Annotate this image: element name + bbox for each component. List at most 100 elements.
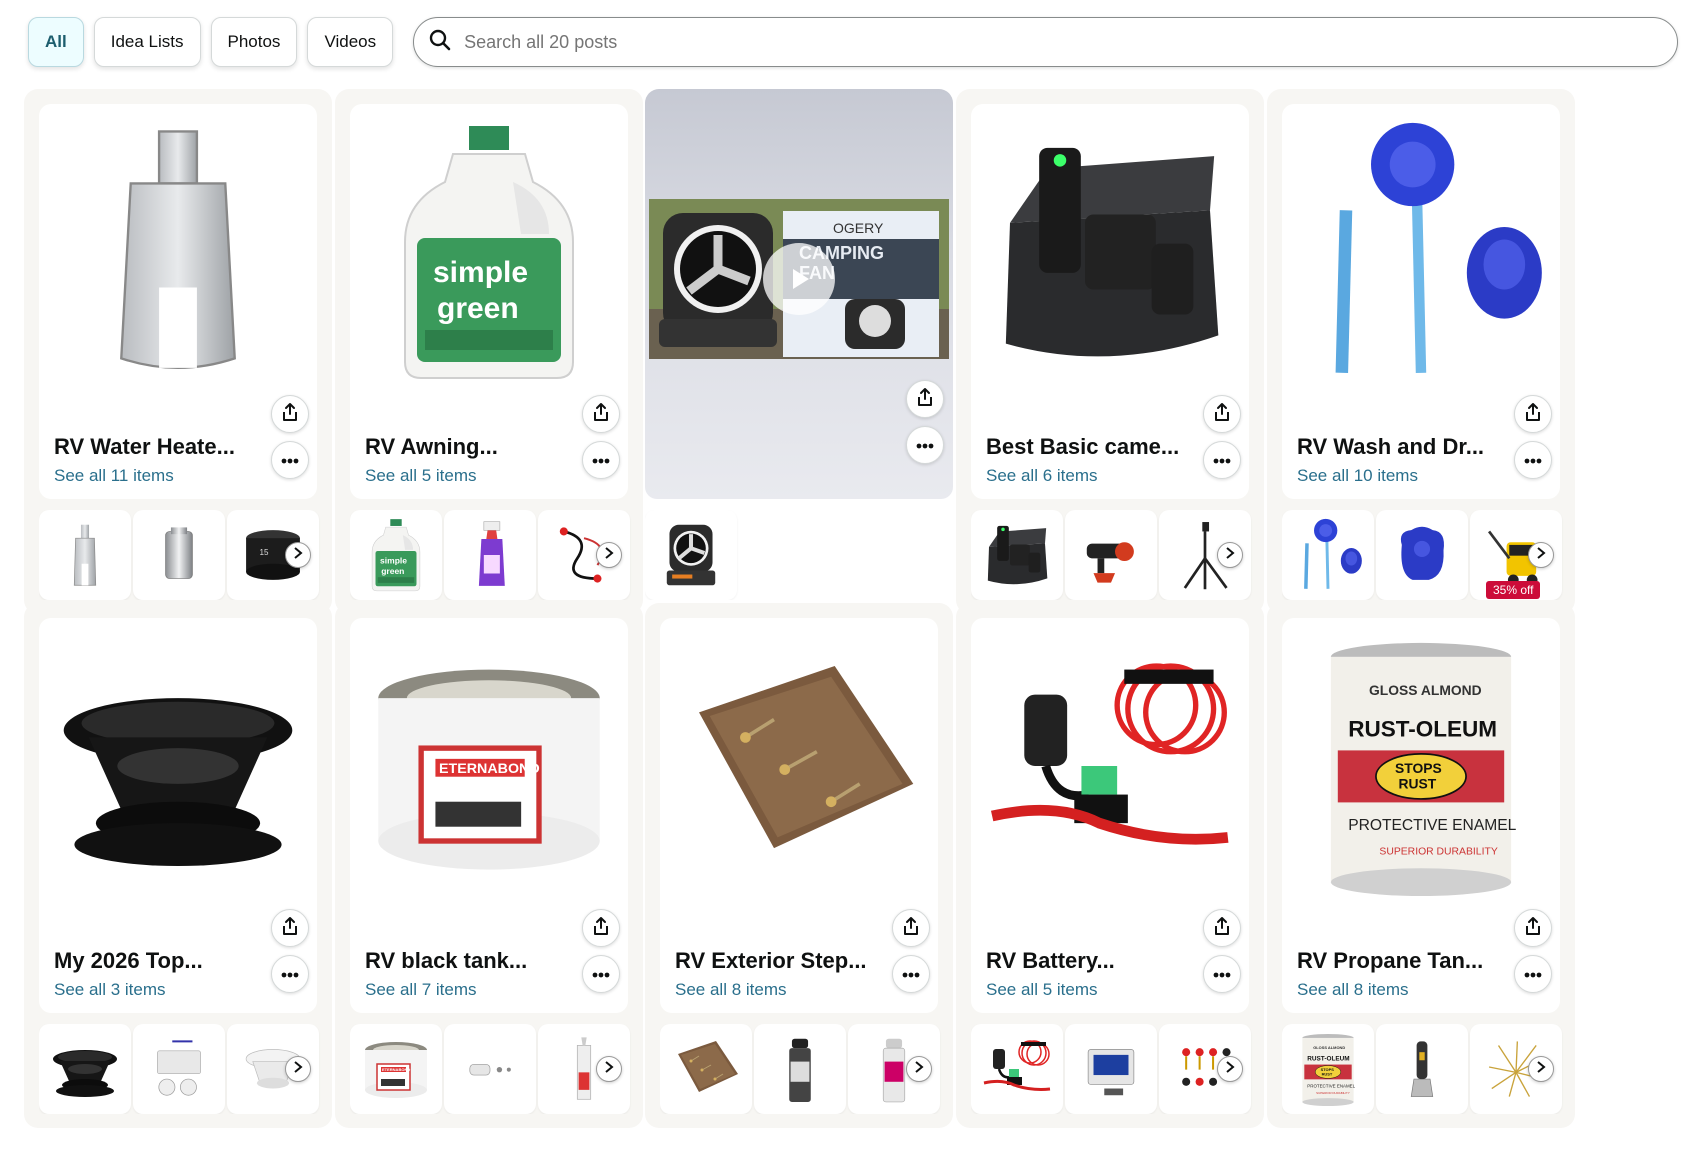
product-thumbnail[interactable] [444,1024,536,1114]
next-thumbnails-button[interactable] [906,1056,932,1082]
step-rug-image [674,636,924,896]
filter-bar: All Idea Lists Photos Videos [28,16,1678,68]
see-all-link[interactable]: See all 8 items [675,980,787,1000]
list-main-image[interactable]: Best Basic came... See all 6 items [971,104,1249,499]
next-thumbnails-button[interactable] [1528,1056,1554,1082]
filter-idea-lists[interactable]: Idea Lists [93,17,201,67]
list-main-image[interactable]: RV Propane Tan... See all 8 items [1282,618,1560,1013]
share-icon [281,916,299,941]
product-thumbnail[interactable] [133,1024,225,1114]
play-icon[interactable] [763,243,835,315]
filter-all[interactable]: All [28,17,84,67]
next-thumbnails-button[interactable] [596,1056,622,1082]
product-thumbnail[interactable] [350,1024,442,1114]
see-all-link[interactable]: See all 8 items [1297,980,1409,1000]
list-title[interactable]: RV black tank... [365,948,565,974]
share-button[interactable] [1203,909,1241,947]
share-button[interactable] [582,909,620,947]
list-main-image[interactable]: RV Battery... See all 5 items [971,618,1249,1013]
share-button[interactable] [271,909,309,947]
list-main-image[interactable]: RV Wash and Dr... See all 10 items [1282,104,1560,499]
ellipsis-icon [592,965,610,983]
product-thumbnail[interactable] [660,1024,752,1114]
product-thumbnail[interactable] [350,510,442,600]
list-main-image[interactable]: RV black tank... See all 7 items [350,618,628,1013]
post-card[interactable]: RV Awning... See all 5 items [335,89,643,614]
post-card[interactable]: RV Propane Tan... See all 8 items [1267,603,1575,1128]
product-thumbnail[interactable] [971,1024,1063,1114]
search-input[interactable] [464,31,1589,53]
product-thumbnail[interactable] [645,510,737,600]
product-thumbnail[interactable] [39,1024,131,1114]
list-title[interactable]: RV Wash and Dr... [1297,434,1497,460]
more-options-button[interactable] [906,426,944,464]
product-thumbnail[interactable] [1065,1024,1157,1114]
post-card[interactable]: RV black tank... See all 7 items [335,603,643,1128]
filter-videos[interactable]: Videos [307,17,394,67]
filter-photos[interactable]: Photos [210,17,298,67]
see-all-link[interactable]: See all 11 items [54,466,174,486]
more-options-button[interactable] [271,955,309,993]
share-icon [1524,402,1542,427]
share-button[interactable] [906,380,944,418]
list-main-image[interactable]: RV Awning... See all 5 items [350,104,628,499]
post-card[interactable]: My 2026 Top... See all 3 items [24,603,332,1128]
see-all-link[interactable]: See all 7 items [365,980,477,1000]
next-thumbnails-button[interactable] [1528,542,1554,568]
list-main-image[interactable]: RV Water Heate... See all 11 items [39,104,317,499]
next-thumbnails-button[interactable] [285,542,311,568]
product-thumbnail[interactable] [1065,510,1157,600]
list-main-image[interactable]: RV Exterior Step... See all 8 items [660,618,938,1013]
see-all-link[interactable]: See all 10 items [1297,466,1418,486]
product-thumbnail[interactable] [133,510,225,600]
more-options-button[interactable] [1514,441,1552,479]
product-thumbnail[interactable] [39,510,131,600]
post-card[interactable] [645,89,953,614]
post-card[interactable]: RV Water Heate... See all 11 items [24,89,332,614]
post-card[interactable]: RV Wash and Dr... See all 10 items 35% off [1267,89,1575,614]
see-all-link[interactable]: See all 3 items [54,980,166,1000]
more-options-button[interactable] [582,955,620,993]
share-button[interactable] [582,395,620,433]
post-card[interactable]: RV Exterior Step... See all 8 items [645,603,953,1128]
see-all-link[interactable]: See all 5 items [986,980,1098,1000]
product-thumbnail[interactable] [1376,1024,1468,1114]
more-options-button[interactable] [892,955,930,993]
list-title[interactable]: Best Basic came... [986,434,1186,460]
more-options-button[interactable] [1203,955,1241,993]
video-preview[interactable] [645,89,953,499]
search-box[interactable] [413,17,1678,67]
share-button[interactable] [892,909,930,947]
share-button[interactable] [1514,395,1552,433]
see-all-link[interactable]: See all 6 items [986,466,1098,486]
product-thumbnail[interactable] [1282,510,1374,600]
post-card[interactable]: Best Basic came... See all 6 items [956,89,1264,614]
next-thumbnails-button[interactable] [285,1056,311,1082]
list-title[interactable]: RV Battery... [986,948,1186,974]
share-button[interactable] [271,395,309,433]
list-title[interactable]: RV Propane Tan... [1297,948,1497,974]
product-thumbnail[interactable] [971,510,1063,600]
list-title[interactable]: RV Awning... [365,434,565,460]
product-thumbnail[interactable] [1376,510,1468,600]
share-button[interactable] [1514,909,1552,947]
next-thumbnails-button[interactable] [596,542,622,568]
product-thumbnail[interactable] [754,1024,846,1114]
list-title[interactable]: RV Water Heate... [54,434,254,460]
see-all-link[interactable]: See all 5 items [365,466,477,486]
list-main-image[interactable]: My 2026 Top... See all 3 items [39,618,317,1013]
product-thumbnail[interactable] [444,510,536,600]
next-thumbnails-button[interactable] [1217,542,1243,568]
more-options-button[interactable] [1514,955,1552,993]
list-title[interactable]: My 2026 Top... [54,948,254,974]
share-icon [902,916,920,941]
product-thumbnail[interactable] [1282,1024,1374,1114]
share-button[interactable] [1203,395,1241,433]
more-options-button[interactable] [582,441,620,479]
more-options-button[interactable] [1203,441,1241,479]
more-options-button[interactable] [271,441,309,479]
list-title[interactable]: RV Exterior Step... [675,948,875,974]
chevron-right-icon [293,1060,303,1079]
post-card[interactable]: RV Battery... See all 5 items [956,603,1264,1128]
next-thumbnails-button[interactable] [1217,1056,1243,1082]
